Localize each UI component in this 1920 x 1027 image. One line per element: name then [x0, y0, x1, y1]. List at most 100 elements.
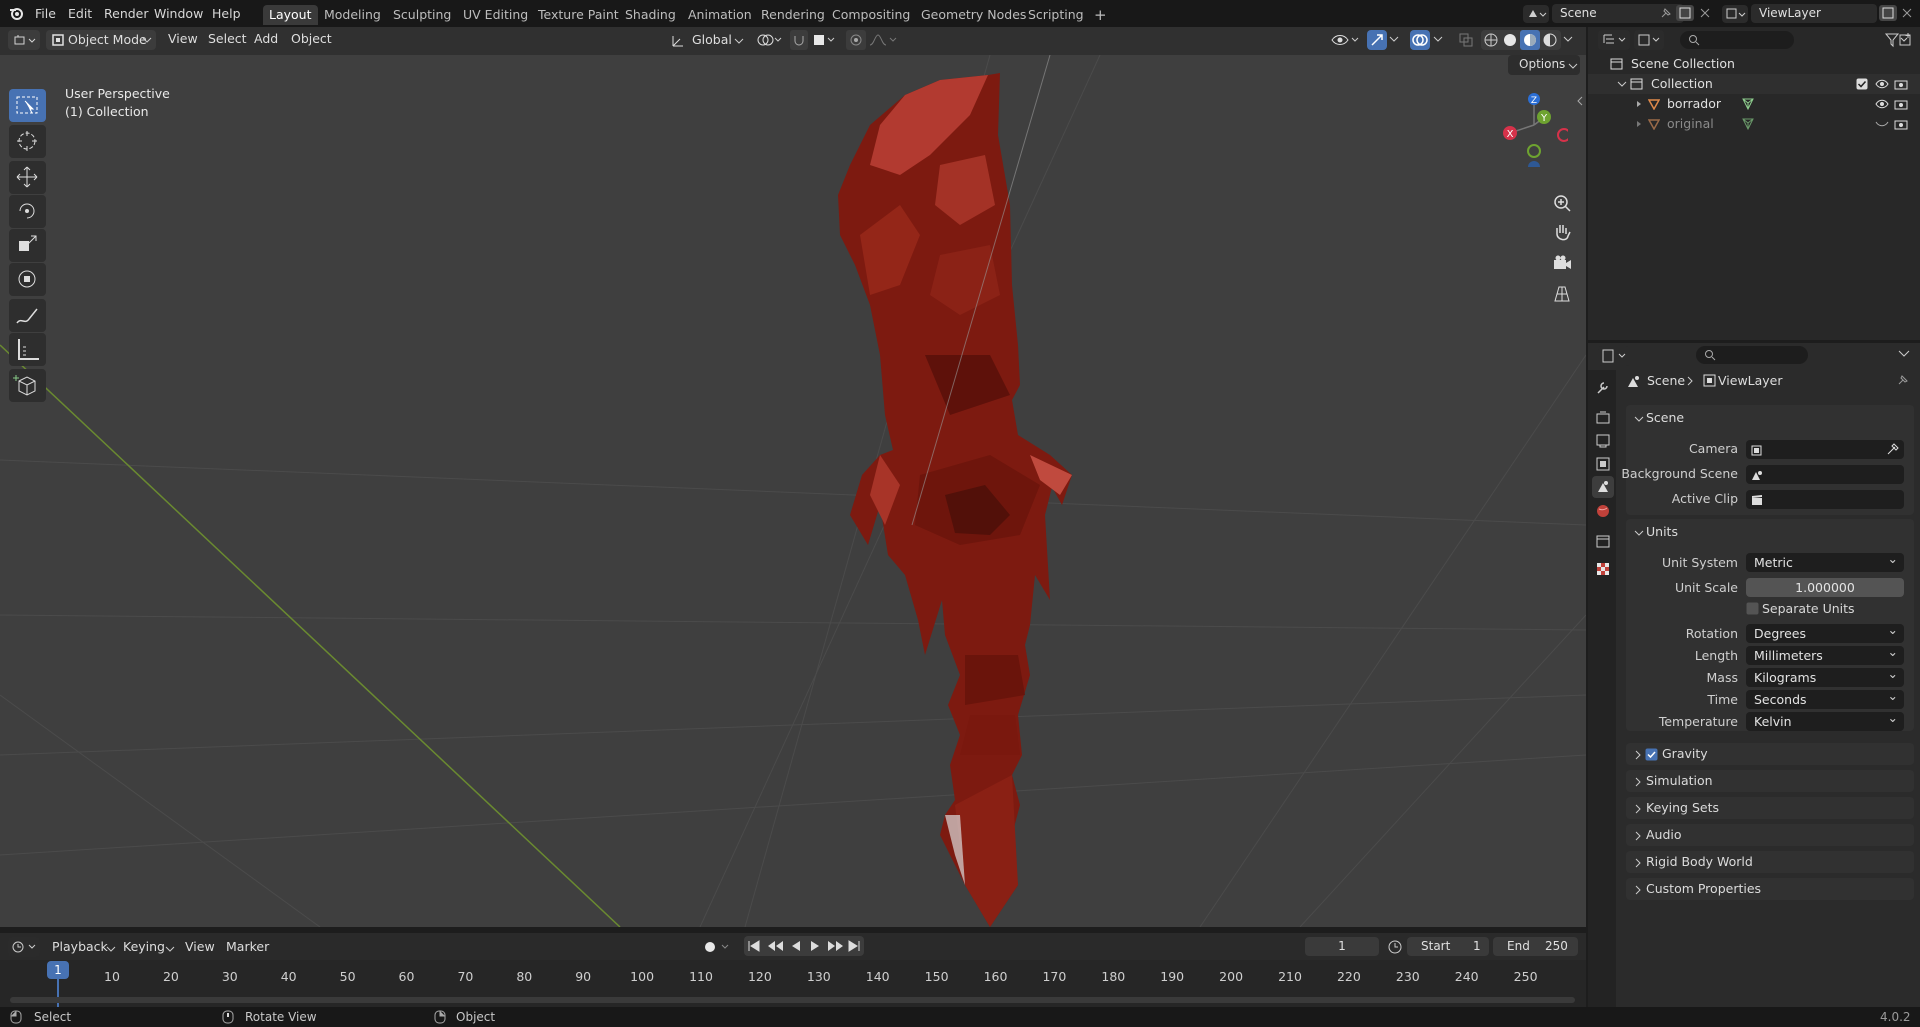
custom-properties-panel-header[interactable]: Custom Properties [1628, 878, 1912, 900]
play-icon[interactable] [807, 938, 823, 954]
outliner-row-scene-collection[interactable]: Scene Collection [1588, 54, 1920, 74]
blender-logo-icon[interactable] [9, 0, 25, 27]
tab-modeling[interactable]: Modeling [318, 5, 387, 25]
simulation-panel-header[interactable]: Simulation [1628, 770, 1912, 792]
scene-panel-header[interactable]: Scene [1628, 407, 1912, 429]
gizmo-toggle-icon[interactable] [1367, 30, 1387, 50]
measure-tool[interactable] [9, 333, 46, 366]
rotate-tool[interactable] [9, 195, 46, 228]
overlays-toggle-icon[interactable] [1410, 30, 1430, 50]
menu-help[interactable]: Help [212, 0, 241, 27]
menu-view[interactable]: View [168, 27, 198, 51]
tab-shading[interactable]: Shading [619, 5, 682, 25]
prev-keyframe-icon[interactable] [765, 938, 785, 954]
solid-shading-icon[interactable] [1502, 32, 1518, 48]
render-tab-icon[interactable] [1595, 410, 1611, 426]
add-cube-tool[interactable] [9, 369, 46, 402]
annotate-tool[interactable] [9, 299, 46, 332]
zoom-icon[interactable] [1549, 190, 1575, 216]
menu-timeline-view[interactable]: View [185, 935, 215, 959]
next-keyframe-icon[interactable] [826, 938, 846, 954]
tab-scripting[interactable]: Scripting [1022, 5, 1090, 25]
render-camera-icon[interactable] [1894, 98, 1908, 110]
add-workspace-button[interactable]: + [1088, 5, 1113, 25]
audio-panel-header[interactable]: Audio [1628, 824, 1912, 846]
timeline-scrollbar[interactable] [10, 997, 1575, 1003]
overlays-dropdown-icon[interactable] [1433, 35, 1443, 43]
delete-scene-icon[interactable] [1698, 5, 1712, 21]
auto-keying-button[interactable] [700, 938, 736, 956]
exclude-checkbox-icon[interactable] [1856, 78, 1868, 90]
keying-sets-panel-header[interactable]: Keying Sets [1628, 797, 1912, 819]
pan-hand-icon[interactable] [1549, 220, 1575, 246]
jump-start-icon[interactable] [746, 938, 762, 954]
transform-tool[interactable] [9, 263, 46, 296]
background-scene-field[interactable] [1746, 465, 1904, 484]
rotation-select[interactable]: Degrees [1746, 620, 1904, 643]
menu-marker[interactable]: Marker [226, 935, 269, 959]
delete-viewlayer-icon[interactable] [1900, 5, 1914, 21]
mode-selector[interactable]: Object Mode [46, 30, 156, 50]
wireframe-shading-icon[interactable] [1483, 32, 1499, 48]
end-frame-field[interactable]: End 250 [1493, 937, 1578, 956]
tool-tab-icon[interactable] [1595, 380, 1611, 396]
xray-toggle-icon[interactable] [1457, 31, 1475, 49]
properties-editor-type-button[interactable] [1598, 346, 1630, 366]
time-select[interactable]: Seconds [1746, 686, 1904, 709]
play-reverse-icon[interactable] [788, 938, 804, 954]
menu-render[interactable]: Render [104, 0, 149, 27]
new-collection-icon[interactable] [1898, 31, 1914, 49]
outliner-row-object[interactable]: original [1588, 114, 1920, 134]
unit-scale-field[interactable]: 1.000000 [1746, 578, 1904, 597]
units-panel-header[interactable]: Units [1628, 521, 1912, 543]
collection-tab-icon[interactable] [1595, 533, 1611, 549]
sidebar-toggle-icon[interactable] [1575, 95, 1585, 107]
display-mode-button[interactable] [1634, 30, 1664, 50]
move-tool[interactable] [9, 161, 46, 194]
perspective-toggle-icon[interactable] [1549, 281, 1575, 307]
start-frame-field[interactable]: Start 1 [1407, 937, 1489, 956]
render-camera-icon[interactable] [1894, 118, 1908, 130]
properties-search-input[interactable] [1696, 346, 1808, 364]
gravity-checkbox[interactable] [1645, 748, 1658, 761]
tab-sculpting[interactable]: Sculpting [387, 5, 457, 25]
rendered-shading-icon[interactable] [1542, 32, 1558, 48]
options-dropdown[interactable]: Options [1508, 55, 1580, 75]
temperature-select[interactable]: Kelvin [1746, 708, 1904, 731]
menu-add[interactable]: Add [254, 27, 278, 51]
tab-rendering[interactable]: Rendering [755, 5, 831, 25]
tab-animation[interactable]: Animation [682, 5, 758, 25]
new-scene-icon[interactable] [1676, 5, 1694, 21]
outliner-search-input[interactable] [1680, 31, 1794, 49]
rigid-body-world-panel-header[interactable]: Rigid Body World [1628, 851, 1912, 873]
timeline-editor-type-button[interactable] [8, 937, 40, 957]
visibility-selectability-icon[interactable] [1330, 31, 1362, 49]
outliner-editor-type-button[interactable] [1598, 30, 1630, 50]
tab-geometry-nodes[interactable]: Geometry Nodes [915, 5, 1032, 25]
select-box-tool[interactable] [9, 89, 46, 122]
menu-select[interactable]: Select [208, 27, 247, 51]
scale-tool[interactable] [9, 229, 46, 262]
menu-file[interactable]: File [35, 0, 56, 27]
snap-target-icon[interactable] [812, 32, 838, 48]
editor-type-button[interactable] [8, 30, 40, 50]
orientation-selector[interactable]: Global [668, 30, 746, 50]
tab-compositing[interactable]: Compositing [826, 5, 916, 25]
gizmo-dropdown-icon[interactable] [1389, 35, 1399, 43]
pin-icon[interactable] [1659, 6, 1673, 20]
menu-keying[interactable]: Keying [123, 935, 165, 959]
properties-options-icon[interactable] [1898, 349, 1910, 359]
length-select[interactable]: Millimeters [1746, 642, 1904, 665]
new-viewlayer-icon[interactable] [1879, 5, 1897, 21]
scene-browse-button[interactable] [1523, 5, 1549, 23]
navigation-gizmo[interactable]: Z Y X [1492, 87, 1568, 167]
cursor-tool[interactable] [9, 125, 46, 158]
preview-range-icon[interactable] [1386, 938, 1404, 956]
menu-object[interactable]: Object [291, 27, 332, 51]
snap-toggle-icon[interactable] [790, 30, 808, 50]
viewlayer-name-field[interactable]: ViewLayer [1751, 4, 1877, 23]
playhead-frame-badge[interactable]: 1 [47, 961, 69, 979]
tab-layout[interactable]: Layout [263, 5, 318, 25]
pivot-point-icon[interactable] [756, 32, 784, 48]
pin-icon[interactable] [1896, 373, 1910, 387]
